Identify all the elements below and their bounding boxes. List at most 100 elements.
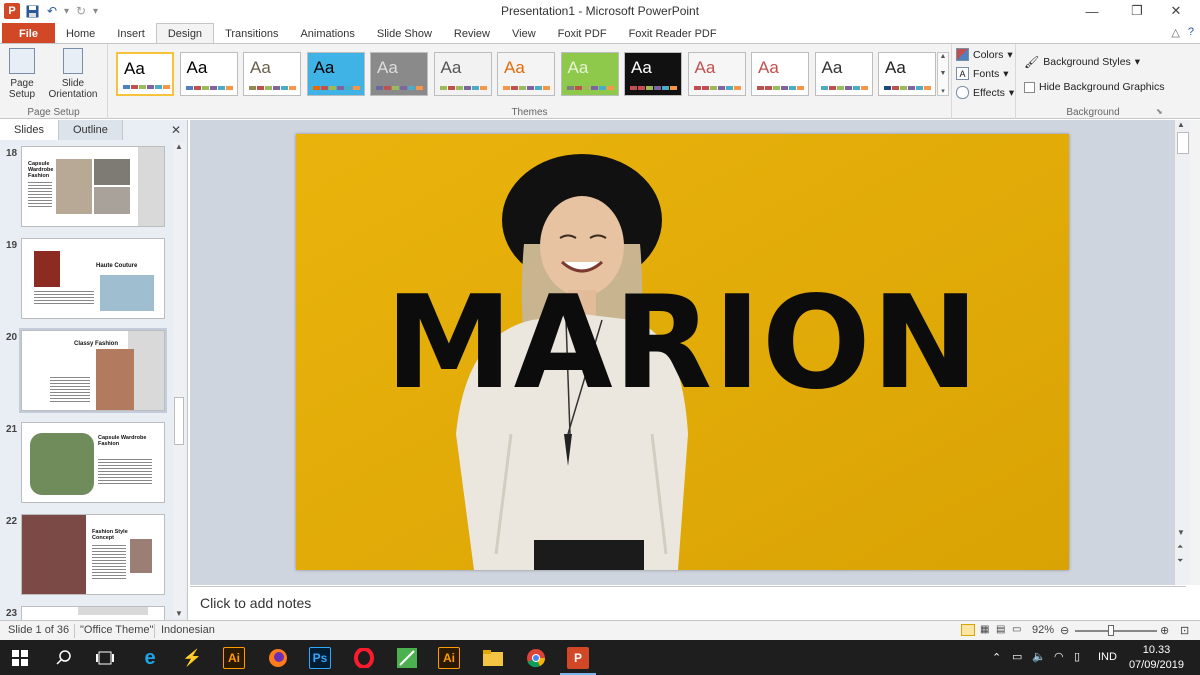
colors-button[interactable]: Colors ▾ [956, 48, 1013, 61]
slide-thumbnail-23[interactable] [21, 606, 165, 620]
slide-thumbnail-18[interactable]: Capsule Wardrobe Fashion [21, 146, 165, 227]
volume-icon[interactable]: 🔈 [1032, 650, 1046, 663]
theme-sample-label: Aa [250, 58, 271, 77]
background-dialog-launcher-icon[interactable]: ⬊ [1156, 107, 1163, 116]
theme-13[interactable]: Aa [878, 52, 936, 96]
show-hidden-icons-icon[interactable]: ⌃ [992, 651, 1001, 664]
language-indicator[interactable]: Indonesian [161, 624, 215, 636]
tab-slides[interactable]: Slides [0, 120, 59, 140]
photoshop-icon[interactable]: Ps [309, 647, 331, 669]
tab-foxit-reader-pdf[interactable]: Foxit Reader PDF [618, 23, 728, 44]
theme-11[interactable]: Aa [751, 52, 809, 96]
editor-vertical-scrollbar[interactable]: ▲ ▼ ⏶ ⏷ [1174, 120, 1190, 585]
app-lightning-icon[interactable]: ⚡ [180, 646, 204, 670]
theme-6[interactable]: Aa [433, 52, 492, 96]
page-setup-button[interactable]: Page Setup [6, 48, 38, 100]
zoom-in-icon[interactable]: ⊕ [1160, 624, 1169, 637]
slide-thumbnail-21[interactable]: Capsule Wardrobe Fashion [21, 422, 165, 503]
scroll-up-icon[interactable]: ▲ [175, 142, 183, 151]
previous-slide-icon[interactable]: ⏶ [1177, 542, 1183, 552]
input-language[interactable]: IND [1098, 651, 1117, 663]
zoom-out-icon[interactable]: ⊖ [1060, 624, 1069, 637]
tab-home[interactable]: Home [55, 23, 106, 44]
notes-placeholder[interactable]: Click to add notes [200, 595, 311, 611]
gallery-up-icon[interactable]: ▲ [940, 53, 947, 60]
system-clock[interactable]: 10.33 07/09/2019 [1129, 643, 1184, 673]
slide-orientation-button[interactable]: Slide Orientation [42, 48, 104, 100]
file-explorer-icon[interactable] [481, 646, 505, 670]
close-pane-icon[interactable]: ✕ [171, 123, 181, 137]
tab-review[interactable]: Review [443, 23, 501, 44]
theme-10[interactable]: Aa [687, 52, 746, 96]
theme-7[interactable]: Aa [497, 52, 555, 96]
theme-office[interactable]: Aa [116, 52, 174, 96]
gallery-down-icon[interactable]: ▼ [940, 70, 947, 77]
slide-title[interactable]: MARION [296, 274, 1069, 414]
tab-slide-show[interactable]: Slide Show [366, 23, 443, 44]
hide-background-graphics-check[interactable] [1024, 81, 1035, 93]
notes-pane[interactable]: Click to add notes [190, 586, 1186, 620]
tab-design[interactable]: Design [155, 23, 215, 44]
gallery-more-icon[interactable]: ▾ [941, 87, 945, 95]
tab-insert[interactable]: Insert [106, 23, 156, 44]
chrome-icon[interactable] [524, 646, 548, 670]
tab-outline[interactable]: Outline [58, 120, 123, 140]
normal-view-icon[interactable] [961, 624, 975, 636]
help-icon[interactable]: ? [1188, 26, 1194, 39]
theme-12[interactable]: Aa [814, 52, 873, 96]
slide-sorter-icon[interactable]: ▦ [980, 624, 989, 635]
scroll-thumb[interactable] [174, 397, 184, 445]
minimize-button[interactable]: — [1076, 0, 1108, 22]
theme-name[interactable]: "Office Theme" [80, 624, 153, 636]
minimize-ribbon-icon[interactable]: △ [1171, 26, 1179, 39]
background-styles-icon: 🖌 [1024, 55, 1040, 69]
themes-gallery-scroll[interactable]: ▲ ▼ ▾ [937, 52, 949, 96]
scroll-thumb[interactable] [1177, 132, 1189, 154]
windows-start-icon[interactable] [8, 646, 32, 670]
slide-thumbnail-19[interactable]: Haute Couture [21, 238, 165, 319]
theme-9[interactable]: Aa [624, 52, 682, 96]
illustrator-icon-2[interactable]: Ai [438, 647, 460, 669]
fit-to-window-icon[interactable]: ⊡ [1180, 624, 1189, 637]
battery-icon[interactable]: ▭ [1012, 650, 1022, 663]
notification-icon[interactable]: ▯ [1074, 650, 1080, 663]
fonts-button[interactable]: A Fonts ▾ [956, 67, 1009, 80]
opera-icon[interactable] [352, 646, 376, 670]
task-view-icon[interactable] [93, 646, 117, 670]
slide-thumbnail-20[interactable]: Classy Fashion [19, 328, 167, 413]
illustrator-icon[interactable]: Ai [223, 647, 245, 669]
tab-file[interactable]: File [2, 23, 55, 44]
slide-show-icon[interactable]: ▭ [1012, 624, 1021, 635]
firefox-icon[interactable] [266, 646, 290, 670]
internet-explorer-icon[interactable]: e [138, 646, 162, 670]
zoom-slider-knob[interactable] [1108, 625, 1114, 636]
effects-button[interactable]: Effects ▾ [956, 86, 1014, 99]
close-button[interactable]: ✕ [1160, 0, 1192, 22]
theme-4[interactable]: Aa [306, 52, 365, 96]
tab-foxit-pdf[interactable]: Foxit PDF [547, 23, 618, 44]
wifi-icon[interactable]: ◠ [1054, 650, 1064, 663]
powerpoint-taskbar-icon[interactable]: P [567, 647, 589, 669]
next-slide-icon[interactable]: ⏷ [1177, 556, 1183, 566]
theme-5[interactable]: Aa [370, 52, 428, 96]
current-slide[interactable]: MARION [296, 134, 1069, 570]
theme-3[interactable]: Aa [243, 52, 301, 96]
zoom-level[interactable]: 92% [1032, 624, 1054, 636]
theme-2[interactable]: Aa [179, 52, 238, 96]
restore-button[interactable]: ❐ [1121, 0, 1153, 22]
search-icon[interactable] [52, 646, 76, 670]
scroll-down-icon[interactable]: ▼ [1177, 528, 1185, 537]
hide-background-graphics-checkbox[interactable]: Hide Background Graphics [1024, 81, 1164, 93]
slide-thumbnail-22[interactable]: Fashion Style Concept [21, 514, 165, 595]
slides-pane-scrollbar[interactable]: ▲ ▼ [173, 142, 185, 618]
theme-8[interactable]: Aa [560, 52, 619, 96]
reading-view-icon[interactable]: ▤ [996, 624, 1005, 635]
background-styles-button[interactable]: 🖌 Background Styles ▾ [1024, 55, 1140, 69]
app-green-icon[interactable] [395, 646, 419, 670]
tab-transitions[interactable]: Transitions [214, 23, 289, 44]
tab-view[interactable]: View [501, 23, 547, 44]
tab-animations[interactable]: Animations [289, 23, 365, 44]
zoom-slider[interactable] [1075, 630, 1157, 632]
scroll-down-icon[interactable]: ▼ [175, 609, 183, 618]
scroll-up-icon[interactable]: ▲ [1177, 120, 1185, 129]
